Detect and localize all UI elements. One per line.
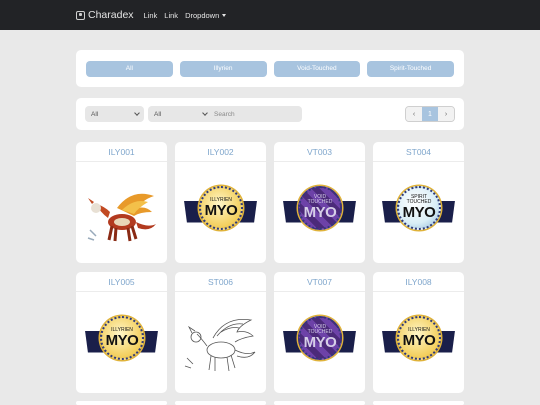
card-code: ILY002 xyxy=(175,142,266,162)
myo-badge-image: SPIRIT TOUCHED MYO xyxy=(373,162,464,263)
filter-select-1[interactable]: All xyxy=(85,106,144,122)
character-card[interactable] xyxy=(175,401,266,405)
card-code: ILY005 xyxy=(76,272,167,292)
filter-spirit-touched-button[interactable]: Spirit-Touched xyxy=(367,60,454,77)
nav-dropdown[interactable]: Dropdown xyxy=(185,10,227,20)
character-card[interactable]: ST004 SPIRIT TOUCHED MYO xyxy=(373,142,464,263)
creature-art-image xyxy=(76,162,167,263)
prev-page-button[interactable]: ‹ xyxy=(406,107,422,121)
badge-main-text: MYO xyxy=(402,204,436,221)
character-card[interactable]: VT003 VOID TOUCHED MYO xyxy=(274,142,365,263)
character-card[interactable] xyxy=(76,401,167,405)
filter-void-touched-button[interactable]: Void-Touched xyxy=(273,60,361,77)
myo-badge-image: ILLYRIEN MYO xyxy=(76,292,167,393)
filter-illyrien-button[interactable]: Illyrien xyxy=(179,60,267,77)
filter-select-2[interactable]: All xyxy=(148,106,212,122)
badge-main-text: MYO xyxy=(303,204,337,221)
brand-name: Charadex xyxy=(88,9,134,21)
character-card[interactable]: ILY001 xyxy=(76,142,167,263)
badge-main-text: MYO xyxy=(402,331,436,349)
search-panel: All All Search ‹ 1 › xyxy=(76,98,464,130)
nav-dropdown-label: Dropdown xyxy=(185,10,220,20)
brand-logo[interactable]: Charadex xyxy=(76,9,134,21)
card-code: ST004 xyxy=(373,142,464,162)
badge-main-text: MYO xyxy=(204,201,238,219)
card-code: VT003 xyxy=(274,142,365,162)
card-code: ST006 xyxy=(175,272,266,292)
caret-down-icon xyxy=(222,14,227,18)
character-card[interactable] xyxy=(274,401,365,405)
top-navbar: Charadex Link Link Dropdown xyxy=(0,0,540,30)
card-code: ILY001 xyxy=(76,142,167,162)
card-code: ILY008 xyxy=(373,272,464,292)
filter-all-button[interactable]: All xyxy=(86,60,173,77)
nav-link-2[interactable]: Link xyxy=(164,11,178,20)
filter-panel: All Illyrien Void-Touched Spirit-Touched xyxy=(76,50,464,87)
character-card[interactable]: ILY005 ILLYRIEN MYO xyxy=(76,272,167,393)
filter-select-1-value: All xyxy=(91,110,99,118)
nav-link-1[interactable]: Link xyxy=(144,11,158,20)
card-code: VT007 xyxy=(274,272,365,292)
next-page-button[interactable]: › xyxy=(438,107,454,121)
search-input[interactable]: Search xyxy=(208,106,302,122)
badge-main-text: MYO xyxy=(105,331,139,349)
chevron-down-icon xyxy=(202,110,208,116)
character-card[interactable] xyxy=(373,401,464,405)
character-card[interactable]: ST006 xyxy=(175,272,266,393)
character-card[interactable]: ILY008 ILLYRIEN MYO xyxy=(373,272,464,393)
myo-badge-image: ILLYRIEN MYO xyxy=(373,292,464,393)
brand-icon xyxy=(76,10,85,20)
character-card[interactable]: ILY002 ILLYRIEN MYO xyxy=(175,142,266,263)
myo-badge-image: ILLYRIEN MYO xyxy=(175,162,266,263)
creature-sketch-image xyxy=(175,292,266,393)
page-1-button[interactable]: 1 xyxy=(422,107,438,121)
filter-select-2-value: All xyxy=(154,110,162,118)
myo-badge-image: VOID TOUCHED MYO xyxy=(274,292,365,393)
pagination: ‹ 1 › xyxy=(405,106,455,122)
chevron-down-icon xyxy=(134,110,140,116)
badge-main-text: MYO xyxy=(303,334,337,351)
myo-badge-image: VOID TOUCHED MYO xyxy=(274,162,365,263)
character-card[interactable]: VT007 VOID TOUCHED MYO xyxy=(274,272,365,393)
